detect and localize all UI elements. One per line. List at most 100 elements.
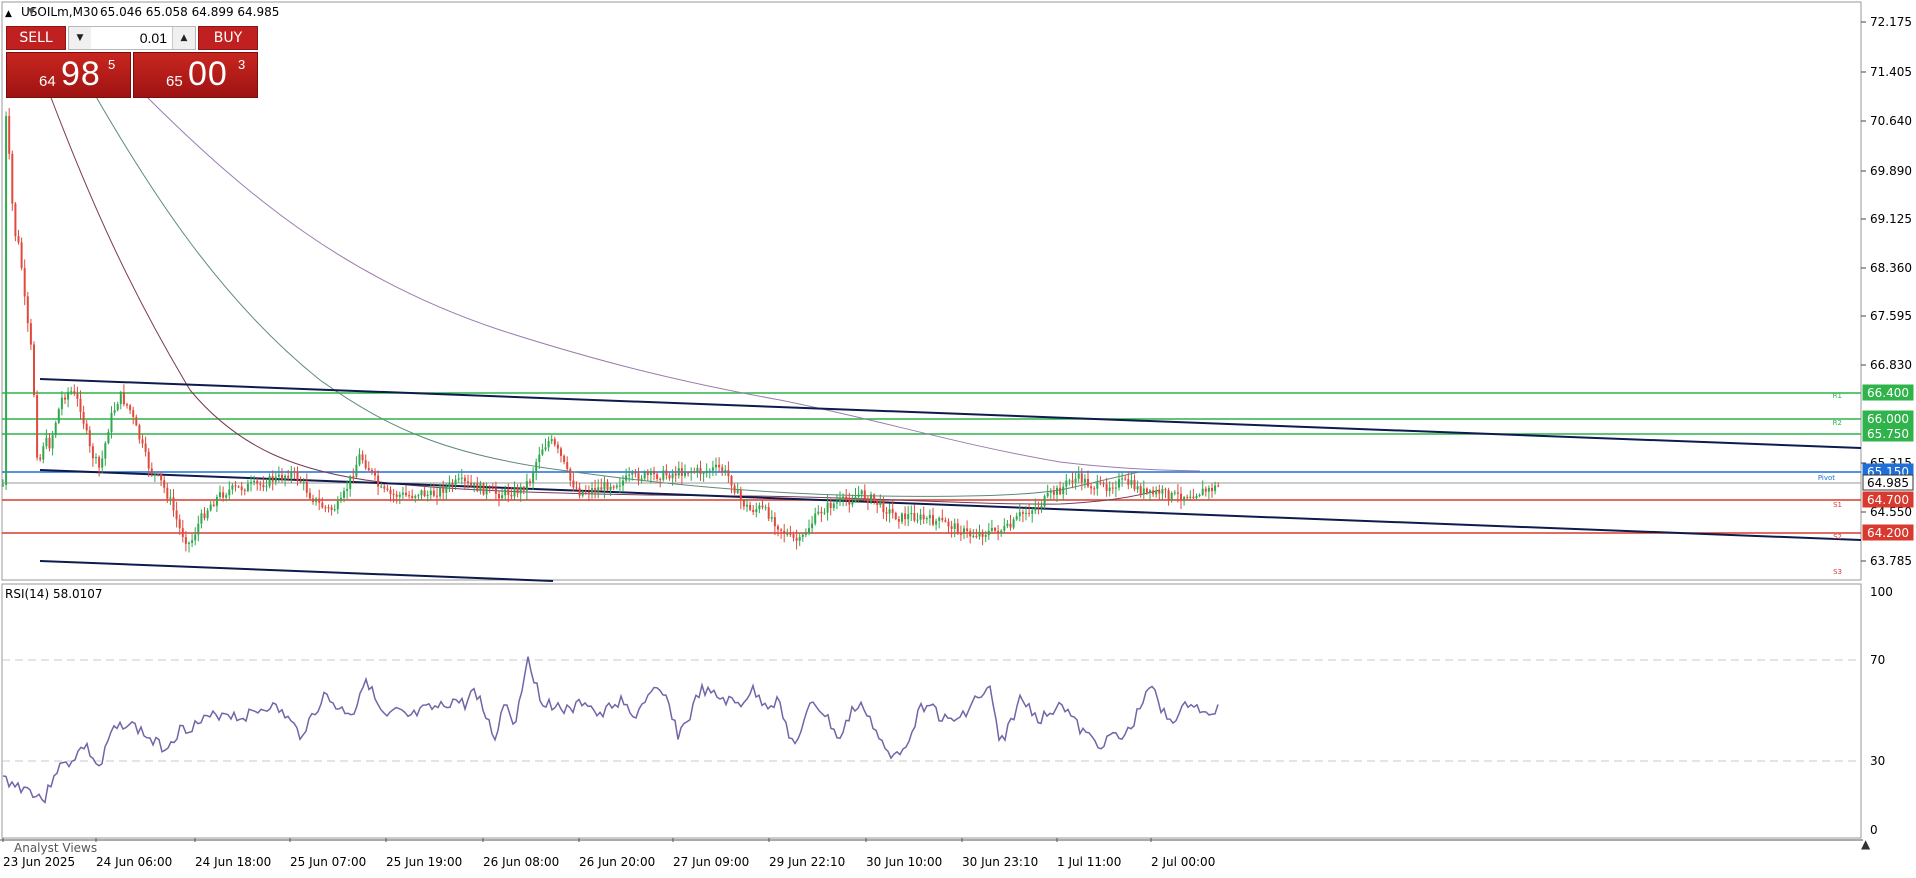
candle-body xyxy=(848,500,851,505)
lot-increase-icon[interactable]: ▲ xyxy=(172,27,195,49)
buy-button[interactable]: BUY xyxy=(198,26,258,50)
rsi-tick-label: 100 xyxy=(1870,585,1893,599)
candle-body xyxy=(132,410,135,417)
candle-body xyxy=(1130,480,1133,485)
price-tag-label: 66.400 xyxy=(1867,386,1909,400)
candle-body xyxy=(953,523,956,529)
candle-body xyxy=(225,495,228,498)
time-tick-label: 25 Jun 19:00 xyxy=(386,855,462,869)
candle-body xyxy=(671,473,674,479)
candle-body xyxy=(51,435,54,449)
candle-body xyxy=(1198,494,1201,497)
candle-body xyxy=(826,502,829,513)
candle-body xyxy=(150,468,153,474)
candle-body xyxy=(959,533,962,535)
candle-body xyxy=(191,540,194,543)
candle-body xyxy=(395,494,398,497)
candle-body xyxy=(594,488,597,492)
candle-body xyxy=(839,498,841,503)
buy-price-button[interactable]: 65 00 3 xyxy=(133,52,258,98)
chart-window[interactable]: ▲ USOILm,M30 65.046 65.058 64.899 64.985… xyxy=(0,0,1916,874)
candle-body xyxy=(122,392,125,405)
candle-body xyxy=(1183,497,1186,501)
candle-body xyxy=(73,391,76,394)
candle-body xyxy=(863,490,866,499)
candle-body xyxy=(1136,486,1139,490)
main-chart-pane[interactable] xyxy=(1,1,1862,581)
lot-decrease-icon[interactable]: ▼ xyxy=(69,27,92,49)
candle-body xyxy=(1217,485,1220,487)
candle-body xyxy=(277,474,280,477)
candle-body xyxy=(842,496,845,499)
candle-body xyxy=(274,476,277,482)
candle-body xyxy=(454,479,457,486)
candle-body xyxy=(336,501,339,510)
candle-body xyxy=(377,475,380,487)
candle-body xyxy=(727,470,730,477)
candle-body xyxy=(1090,486,1093,489)
rsi-tick-label: 0 xyxy=(1870,823,1878,837)
sell-price-button[interactable]: 64 98 5 xyxy=(6,52,131,98)
candle-body xyxy=(556,444,559,449)
time-scroll-marker-icon[interactable]: ▲ xyxy=(1861,837,1871,851)
candle-body xyxy=(1145,488,1148,493)
candle-body xyxy=(560,448,562,456)
candle-body xyxy=(1142,488,1145,495)
candle-body xyxy=(392,494,395,496)
header-arrow-icon[interactable]: ▲ xyxy=(5,9,12,19)
buy-price-pips: 00 xyxy=(188,55,228,93)
candle-body xyxy=(482,483,485,495)
candle-body xyxy=(981,531,984,537)
time-tick-label: 27 Jun 09:00 xyxy=(673,855,749,869)
candle-body xyxy=(470,482,473,486)
candle-body xyxy=(935,520,938,525)
candle-body xyxy=(163,480,166,488)
time-axis[interactable]: 23 Jun 2025 24 Jun 06:00 24 Jun 18:00 25 Ju… xyxy=(2,838,1215,869)
price-tick-label: 68.360 xyxy=(1870,261,1912,275)
candle-body xyxy=(544,447,547,450)
candle-body xyxy=(1059,487,1062,495)
candle-body xyxy=(857,494,860,497)
lot-size-input[interactable] xyxy=(91,27,173,49)
candle-body xyxy=(36,395,39,458)
candle-body xyxy=(1003,525,1006,531)
candle-body xyxy=(879,500,882,506)
candle-body xyxy=(801,534,804,537)
chart-canvas[interactable]: ▲ USOILm,M30 65.046 65.058 64.899 64.985… xyxy=(0,0,1916,874)
candle-body xyxy=(181,528,184,538)
candle-body xyxy=(144,443,147,452)
candle-body xyxy=(1080,473,1083,483)
candle-body xyxy=(48,437,51,449)
candle-body xyxy=(160,473,163,481)
candle-body xyxy=(126,404,128,406)
candle-body xyxy=(429,490,432,496)
candle-body xyxy=(1164,489,1167,491)
candle-body xyxy=(817,511,820,514)
price-tag-label: 65.750 xyxy=(1867,427,1909,441)
candle-body xyxy=(417,495,420,497)
analyst-views-tab[interactable]: Analyst Views xyxy=(14,841,97,855)
time-tick-label: 23 Jun 2025 xyxy=(3,855,75,869)
price-tick-label: 69.125 xyxy=(1870,212,1912,226)
candle-body xyxy=(677,468,680,476)
candle-body xyxy=(1031,510,1034,514)
candle-body xyxy=(383,486,386,489)
candle-body xyxy=(414,496,417,498)
candle-body xyxy=(1034,507,1037,511)
candle-body xyxy=(597,487,600,492)
rsi-tick-label: 70 xyxy=(1870,653,1885,667)
candle-body xyxy=(203,513,206,519)
candle-body xyxy=(994,527,996,531)
candle-body xyxy=(773,517,776,527)
chart-scroll-marker-icon[interactable]: ▼ xyxy=(28,7,35,17)
level-small-label: Pivot xyxy=(1818,474,1835,482)
candle-body xyxy=(535,462,538,473)
candle-body xyxy=(197,523,200,535)
sell-button[interactable]: SELL xyxy=(6,26,66,50)
candle-body xyxy=(302,481,305,483)
candle-body xyxy=(1124,478,1127,480)
candle-body xyxy=(76,393,79,399)
time-tick-label: 30 Jun 10:00 xyxy=(866,855,942,869)
candle-body xyxy=(1062,486,1065,495)
candle-body xyxy=(1114,487,1117,489)
